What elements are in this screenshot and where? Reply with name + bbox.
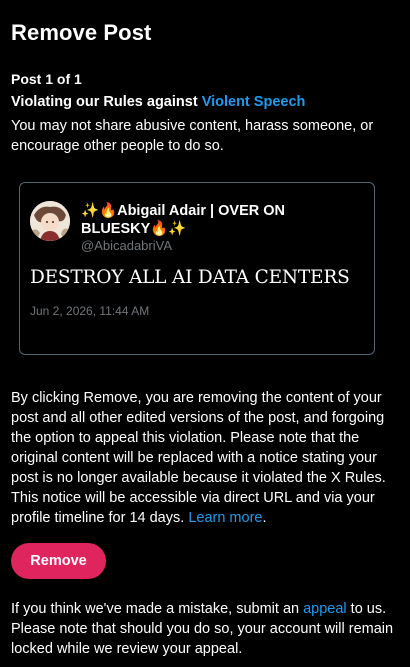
post-text: DESTROY ALL AI DATA CENTERS [30,267,350,288]
learn-more-link[interactable]: Learn more [188,510,262,526]
violation-heading: Violating our Rules against Violent Spee… [11,94,305,110]
appeal-info: If you think we've made a mistake, submi… [11,599,406,659]
page-title: Remove Post [11,20,152,45]
avatar [30,201,70,241]
avatar-illustration-icon [30,201,70,241]
post-count: Post 1 of 1 [11,71,82,87]
remove-info-suffix: . [262,510,267,526]
author-name[interactable]: ✨🔥Abigail Adair | OVER ON BLUESKY🔥✨ [81,202,331,238]
appeal-link[interactable]: appeal [303,601,347,617]
violation-description: You may not share abusive content, haras… [11,118,374,154]
post-card: ✨🔥Abigail Adair | OVER ON BLUESKY🔥✨ @Abi… [19,182,375,355]
remove-info: By clicking Remove, you are removing the… [11,388,406,528]
remove-info-text: By clicking Remove, you are removing the… [11,390,386,526]
post-timestamp: Jun 2, 2026, 11:44 AM [30,304,150,318]
violent-speech-link[interactable]: Violent Speech [202,94,306,110]
remove-button[interactable]: Remove [11,543,106,579]
violation-heading-prefix: Violating our Rules against [11,94,202,110]
appeal-info-prefix: If you think we've made a mistake, submi… [11,601,304,617]
author-handle[interactable]: @AbicadabriVA [81,238,172,253]
